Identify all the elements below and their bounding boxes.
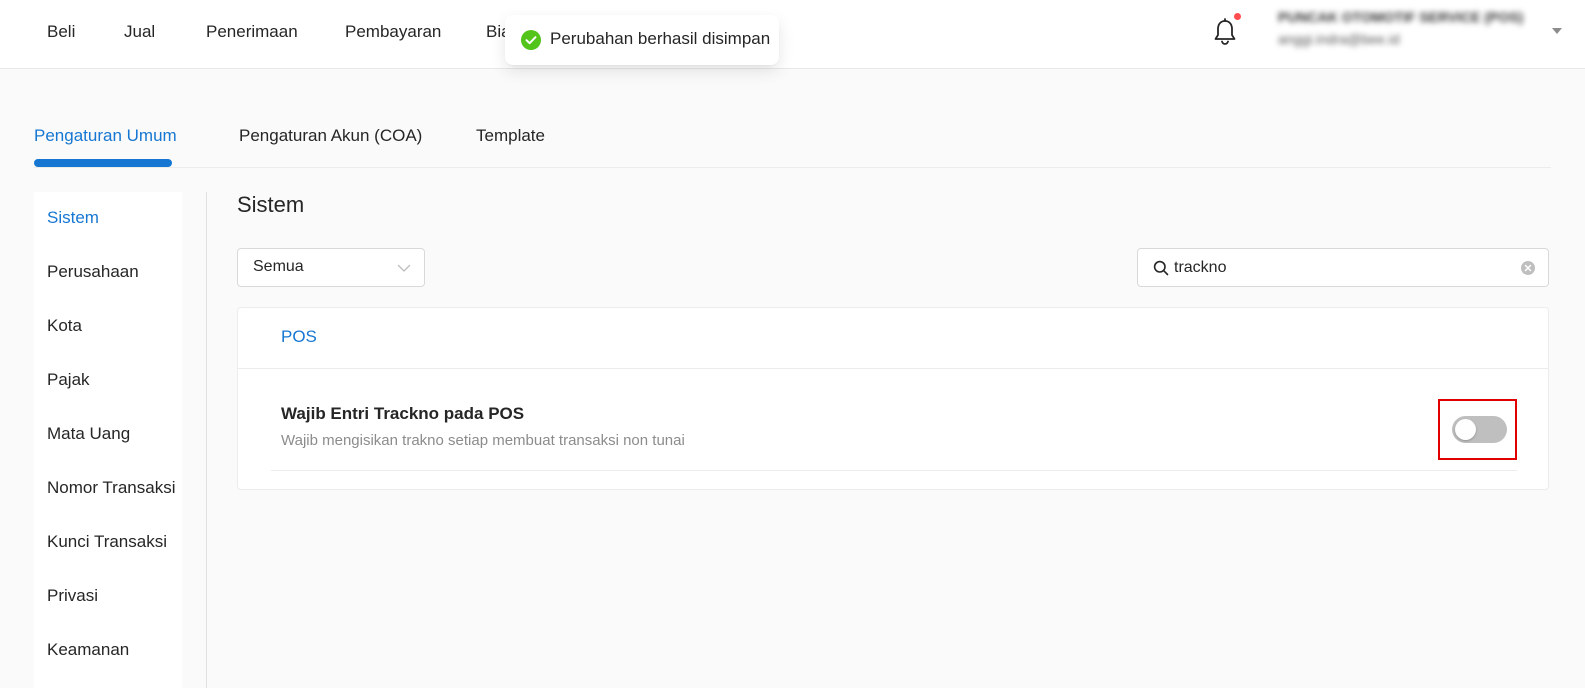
settings-card: POS Wajib Entri Trackno pada POS Wajib m… bbox=[237, 307, 1549, 490]
tab-pengaturan-umum[interactable]: Pengaturan Umum bbox=[34, 126, 177, 146]
page-title: Sistem bbox=[237, 192, 305, 217]
nav-item-beli[interactable]: Beli bbox=[47, 22, 75, 42]
search-box bbox=[1137, 248, 1549, 287]
switch-knob bbox=[1455, 419, 1476, 440]
user-menu[interactable]: PUNCAK OTOMOTIF SERVICE (POS) anggi.indr… bbox=[1278, 9, 1548, 47]
sidebar-item-mata-uang[interactable]: Mata Uang bbox=[47, 424, 130, 444]
settings-group-header: POS bbox=[238, 308, 1548, 369]
caret-down-icon[interactable] bbox=[1552, 28, 1562, 34]
company-name: PUNCAK OTOMOTIF SERVICE (POS) bbox=[1278, 9, 1524, 25]
chevron-down-icon bbox=[397, 264, 411, 272]
top-navbar: Beli Jual Penerimaan Pembayaran Bia PUNC… bbox=[0, 0, 1585, 69]
sidebar-item-nomor-transaksi[interactable]: Nomor Transaksi bbox=[47, 478, 175, 498]
check-circle-icon bbox=[521, 30, 541, 50]
active-tab-indicator bbox=[34, 159, 172, 167]
settings-group-label: POS bbox=[281, 327, 317, 346]
sidebar-item-perusahaan[interactable]: Perusahaan bbox=[47, 262, 139, 282]
setting-description: Wajib mengisikan trakno setiap membuat t… bbox=[281, 432, 685, 449]
success-toast: Perubahan berhasil disimpan bbox=[505, 15, 779, 65]
nav-item-penerimaan[interactable]: Penerimaan bbox=[206, 22, 298, 42]
search-icon bbox=[1153, 260, 1169, 276]
sidebar-item-kunci-transaksi[interactable]: Kunci Transaksi bbox=[47, 532, 167, 552]
sidebar-item-sistem[interactable]: Sistem bbox=[47, 208, 99, 228]
sidebar-item-privasi[interactable]: Privasi bbox=[47, 586, 98, 606]
settings-sidebar: Sistem Perusahaan Kota Pajak Mata Uang N… bbox=[34, 192, 182, 688]
sidebar-item-kota[interactable]: Kota bbox=[47, 316, 82, 336]
settings-tabs: Pengaturan Umum Pengaturan Akun (COA) Te… bbox=[34, 118, 1551, 168]
sidebar-item-pajak[interactable]: Pajak bbox=[47, 370, 90, 390]
notification-dot bbox=[1234, 13, 1241, 20]
nav-item-pembayaran[interactable]: Pembayaran bbox=[345, 22, 441, 42]
trackno-toggle-switch[interactable] bbox=[1452, 416, 1507, 443]
tab-pengaturan-akun[interactable]: Pengaturan Akun (COA) bbox=[239, 126, 422, 146]
category-select[interactable]: Semua bbox=[237, 248, 425, 287]
user-email: anggi.indra@bee.id bbox=[1278, 31, 1400, 47]
category-select-value: Semua bbox=[253, 258, 304, 275]
toast-message: Perubahan berhasil disimpan bbox=[550, 29, 771, 48]
setting-title: Wajib Entri Trackno pada POS bbox=[281, 404, 525, 423]
bell-icon[interactable] bbox=[1212, 18, 1238, 46]
search-input[interactable] bbox=[1174, 254, 1504, 281]
setting-row: Wajib Entri Trackno pada POS Wajib mengi… bbox=[271, 369, 1517, 471]
nav-item-jual[interactable]: Jual bbox=[124, 22, 155, 42]
tab-template[interactable]: Template bbox=[476, 126, 545, 146]
clear-icon[interactable] bbox=[1520, 260, 1536, 276]
sidebar-divider bbox=[206, 192, 207, 688]
sidebar-item-keamanan[interactable]: Keamanan bbox=[47, 640, 129, 660]
